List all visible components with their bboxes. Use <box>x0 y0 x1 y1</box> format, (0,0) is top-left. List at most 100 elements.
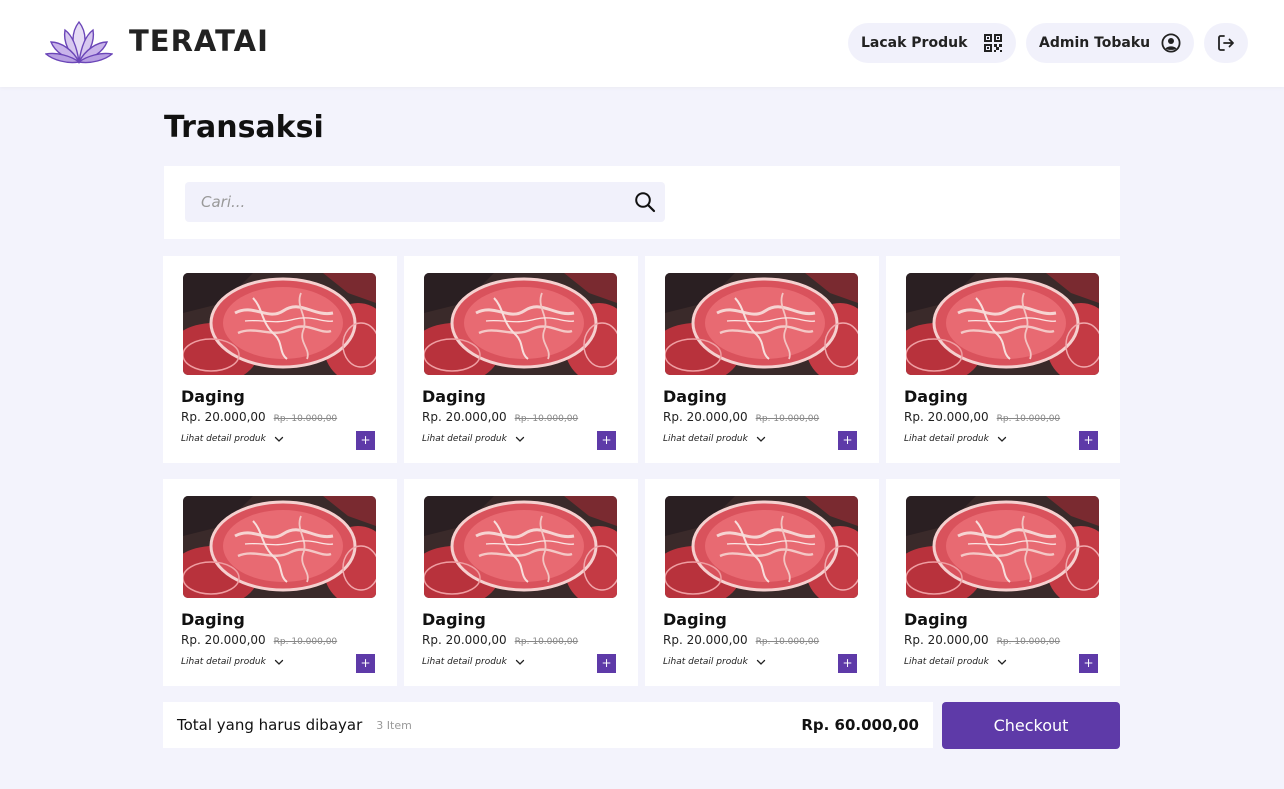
meat-photo <box>906 273 1099 375</box>
product-price-row: Rp. 20.000,00 Rp. 10.000,00 <box>904 633 1060 647</box>
product-card: Daging Rp. 20.000,00 Rp. 10.000,00 Lihat … <box>886 256 1120 463</box>
total-bar: Total yang harus dibayar 3 Item Rp. 60.0… <box>163 702 933 748</box>
product-image[interactable] <box>906 496 1099 598</box>
chevron-down-icon <box>515 436 524 442</box>
product-detail-label: Lihat detail produk <box>904 434 989 444</box>
meat-photo <box>183 496 376 598</box>
add-to-cart-button[interactable]: + <box>838 431 857 450</box>
product-card: Daging Rp. 20.000,00 Rp. 10.000,00 Lihat … <box>404 479 638 686</box>
product-detail-toggle[interactable]: Lihat detail produk <box>181 434 284 444</box>
product-detail-label: Lihat detail produk <box>181 434 266 444</box>
top-header: TERATAI Lacak Produk Admin Tobaku <box>0 0 1284 87</box>
product-detail-toggle[interactable]: Lihat detail produk <box>904 657 1007 667</box>
product-old-price: Rp. 10.000,00 <box>996 637 1061 647</box>
product-name: Daging <box>181 610 245 629</box>
product-price-row: Rp. 20.000,00 Rp. 10.000,00 <box>904 410 1060 424</box>
brand-name: TERATAI <box>129 24 269 58</box>
logout-icon <box>1218 35 1234 51</box>
meat-photo <box>906 496 1099 598</box>
add-to-cart-button[interactable]: + <box>356 431 375 450</box>
add-to-cart-button[interactable]: + <box>1079 431 1098 450</box>
meat-photo <box>424 496 617 598</box>
product-detail-toggle[interactable]: Lihat detail produk <box>181 657 284 667</box>
product-price: Rp. 20.000,00 <box>422 410 507 424</box>
product-price-row: Rp. 20.000,00 Rp. 10.000,00 <box>422 633 578 647</box>
product-image[interactable] <box>424 496 617 598</box>
product-image[interactable] <box>183 496 376 598</box>
user-circle-icon <box>1161 33 1181 53</box>
product-old-price: Rp. 10.000,00 <box>273 414 338 424</box>
search-panel <box>164 166 1120 239</box>
product-detail-toggle[interactable]: Lihat detail produk <box>663 657 766 667</box>
product-detail-label: Lihat detail produk <box>663 434 748 444</box>
product-card: Daging Rp. 20.000,00 Rp. 10.000,00 Lihat … <box>163 256 397 463</box>
chevron-down-icon <box>997 436 1006 442</box>
add-to-cart-button[interactable]: + <box>597 431 616 450</box>
product-name: Daging <box>663 387 727 406</box>
track-product-label: Lacak Produk <box>861 35 968 51</box>
item-count: 3 Item <box>376 718 412 732</box>
product-name: Daging <box>181 387 245 406</box>
product-detail-label: Lihat detail produk <box>422 434 507 444</box>
product-name: Daging <box>663 610 727 629</box>
product-grid: Daging Rp. 20.000,00 Rp. 10.000,00 Lihat … <box>163 256 1121 687</box>
product-price: Rp. 20.000,00 <box>663 633 748 647</box>
product-price: Rp. 20.000,00 <box>422 633 507 647</box>
product-detail-toggle[interactable]: Lihat detail produk <box>422 434 525 444</box>
product-price-row: Rp. 20.000,00 Rp. 10.000,00 <box>663 410 819 424</box>
product-image[interactable] <box>424 273 617 375</box>
search-box <box>185 182 665 222</box>
product-image[interactable] <box>183 273 376 375</box>
chevron-down-icon <box>515 659 524 665</box>
product-name: Daging <box>422 610 486 629</box>
product-price: Rp. 20.000,00 <box>181 410 266 424</box>
meat-photo <box>424 273 617 375</box>
product-detail-label: Lihat detail produk <box>663 657 748 667</box>
product-price: Rp. 20.000,00 <box>663 410 748 424</box>
product-card: Daging Rp. 20.000,00 Rp. 10.000,00 Lihat … <box>886 479 1120 686</box>
product-detail-toggle[interactable]: Lihat detail produk <box>422 657 525 667</box>
meat-photo <box>183 273 376 375</box>
add-to-cart-button[interactable]: + <box>597 654 616 673</box>
product-detail-label: Lihat detail produk <box>904 657 989 667</box>
product-price-row: Rp. 20.000,00 Rp. 10.000,00 <box>663 633 819 647</box>
total-label: Total yang harus dibayar <box>177 716 363 734</box>
product-price: Rp. 20.000,00 <box>904 633 989 647</box>
user-name-label: Admin Tobaku <box>1039 35 1151 51</box>
search-input[interactable] <box>185 182 625 222</box>
add-to-cart-button[interactable]: + <box>838 654 857 673</box>
track-product-button[interactable]: Lacak Produk <box>848 23 1016 63</box>
total-amount: Rp. 60.000,00 <box>801 716 919 734</box>
product-card: Daging Rp. 20.000,00 Rp. 10.000,00 Lihat … <box>645 256 879 463</box>
product-image[interactable] <box>665 273 858 375</box>
product-card: Daging Rp. 20.000,00 Rp. 10.000,00 Lihat … <box>163 479 397 686</box>
product-detail-label: Lihat detail produk <box>181 657 266 667</box>
product-old-price: Rp. 10.000,00 <box>514 637 579 647</box>
product-image[interactable] <box>665 496 858 598</box>
product-price: Rp. 20.000,00 <box>904 410 989 424</box>
product-price-row: Rp. 20.000,00 Rp. 10.000,00 <box>422 410 578 424</box>
chevron-down-icon <box>274 659 283 665</box>
product-image[interactable] <box>906 273 1099 375</box>
product-card: Daging Rp. 20.000,00 Rp. 10.000,00 Lihat … <box>404 256 638 463</box>
meat-photo <box>665 496 858 598</box>
page-title: Transaksi <box>164 110 324 145</box>
product-name: Daging <box>904 610 968 629</box>
add-to-cart-button[interactable]: + <box>356 654 375 673</box>
product-price: Rp. 20.000,00 <box>181 633 266 647</box>
logout-button[interactable] <box>1204 23 1248 63</box>
product-old-price: Rp. 10.000,00 <box>996 414 1061 424</box>
product-price-row: Rp. 20.000,00 Rp. 10.000,00 <box>181 633 337 647</box>
add-to-cart-button[interactable]: + <box>1079 654 1098 673</box>
chevron-down-icon <box>274 436 283 442</box>
product-name: Daging <box>904 387 968 406</box>
product-detail-toggle[interactable]: Lihat detail produk <box>904 434 1007 444</box>
product-card: Daging Rp. 20.000,00 Rp. 10.000,00 Lihat … <box>645 479 879 686</box>
user-account-button[interactable]: Admin Tobaku <box>1026 23 1194 63</box>
product-old-price: Rp. 10.000,00 <box>755 414 820 424</box>
search-icon[interactable] <box>634 191 656 213</box>
lotus-logo-icon[interactable] <box>45 18 113 66</box>
product-detail-toggle[interactable]: Lihat detail produk <box>663 434 766 444</box>
checkout-button[interactable]: Checkout <box>942 702 1120 749</box>
product-old-price: Rp. 10.000,00 <box>755 637 820 647</box>
